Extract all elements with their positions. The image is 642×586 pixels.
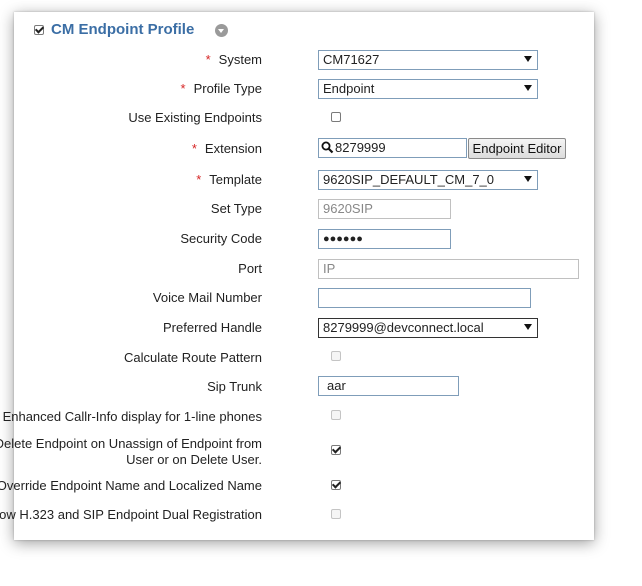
chevron-down-icon bbox=[524, 56, 532, 62]
profile-type-select[interactable]: Endpoint bbox=[318, 79, 538, 99]
calculate-route-pattern-label: Calculate Route Pattern bbox=[123, 350, 262, 365]
endpoint-editor-button[interactable]: Endpoint Editor bbox=[468, 138, 566, 159]
preferred-handle-select[interactable]: 8279999@devconnect.local bbox=[318, 318, 538, 338]
security-code-label: Security Code bbox=[180, 231, 262, 246]
sip-trunk-label: Sip Trunk bbox=[207, 379, 262, 394]
set-type-label: Set Type bbox=[210, 201, 262, 216]
extension-input[interactable]: 8279999 bbox=[318, 138, 467, 158]
dual-registration-label: Allow H.323 and SIP Endpoint Dual Regist… bbox=[0, 507, 262, 522]
section-title: CM Endpoint Profile bbox=[51, 21, 195, 38]
collapse-toggle-icon[interactable] bbox=[215, 24, 228, 37]
use-existing-endpoints-label: Use Existing Endpoints bbox=[128, 110, 262, 125]
delete-endpoint-checkbox[interactable] bbox=[331, 445, 341, 455]
voice-mail-number-label: Voice Mail Number bbox=[152, 290, 262, 305]
sip-trunk-input[interactable]: aar bbox=[318, 376, 459, 396]
system-select[interactable]: CM71627 bbox=[318, 50, 538, 70]
security-code-input[interactable]: ●●●●●● bbox=[318, 229, 451, 249]
system-label: * System bbox=[205, 52, 262, 67]
port-label: Port bbox=[238, 261, 262, 276]
voice-mail-number-input[interactable] bbox=[318, 288, 531, 308]
enhanced-callr-info-checkbox[interactable] bbox=[331, 410, 341, 420]
template-select[interactable]: 9620SIP_DEFAULT_CM_7_0 bbox=[318, 170, 538, 190]
profile-type-label: * Profile Type bbox=[180, 81, 262, 96]
port-field: IP bbox=[318, 259, 579, 279]
delete-endpoint-label: Delete Endpoint on Unassign of Endpoint … bbox=[0, 436, 262, 467]
cm-endpoint-profile-checkbox[interactable] bbox=[34, 25, 44, 35]
calculate-route-pattern-checkbox[interactable] bbox=[331, 351, 341, 361]
template-label: * Template bbox=[196, 172, 262, 187]
override-endpoint-name-label: Override Endpoint Name and Localized Nam… bbox=[0, 478, 262, 493]
set-type-field: 9620SIP bbox=[318, 199, 451, 219]
use-existing-endpoints-checkbox[interactable] bbox=[331, 112, 341, 122]
search-icon bbox=[321, 141, 334, 154]
chevron-down-icon bbox=[524, 85, 532, 91]
override-endpoint-name-checkbox[interactable] bbox=[331, 480, 341, 490]
preferred-handle-label: Preferred Handle bbox=[163, 320, 262, 335]
dual-registration-checkbox[interactable] bbox=[331, 509, 341, 519]
enhanced-callr-info-label: Enhanced Callr-Info display for 1-line p… bbox=[2, 409, 262, 424]
chevron-down-icon bbox=[524, 176, 532, 182]
chevron-down-icon bbox=[524, 324, 532, 330]
endpoint-profile-panel: CM Endpoint Profile * System CM71627 * Pro… bbox=[0, 12, 594, 540]
extension-label: * Extension bbox=[191, 141, 262, 156]
